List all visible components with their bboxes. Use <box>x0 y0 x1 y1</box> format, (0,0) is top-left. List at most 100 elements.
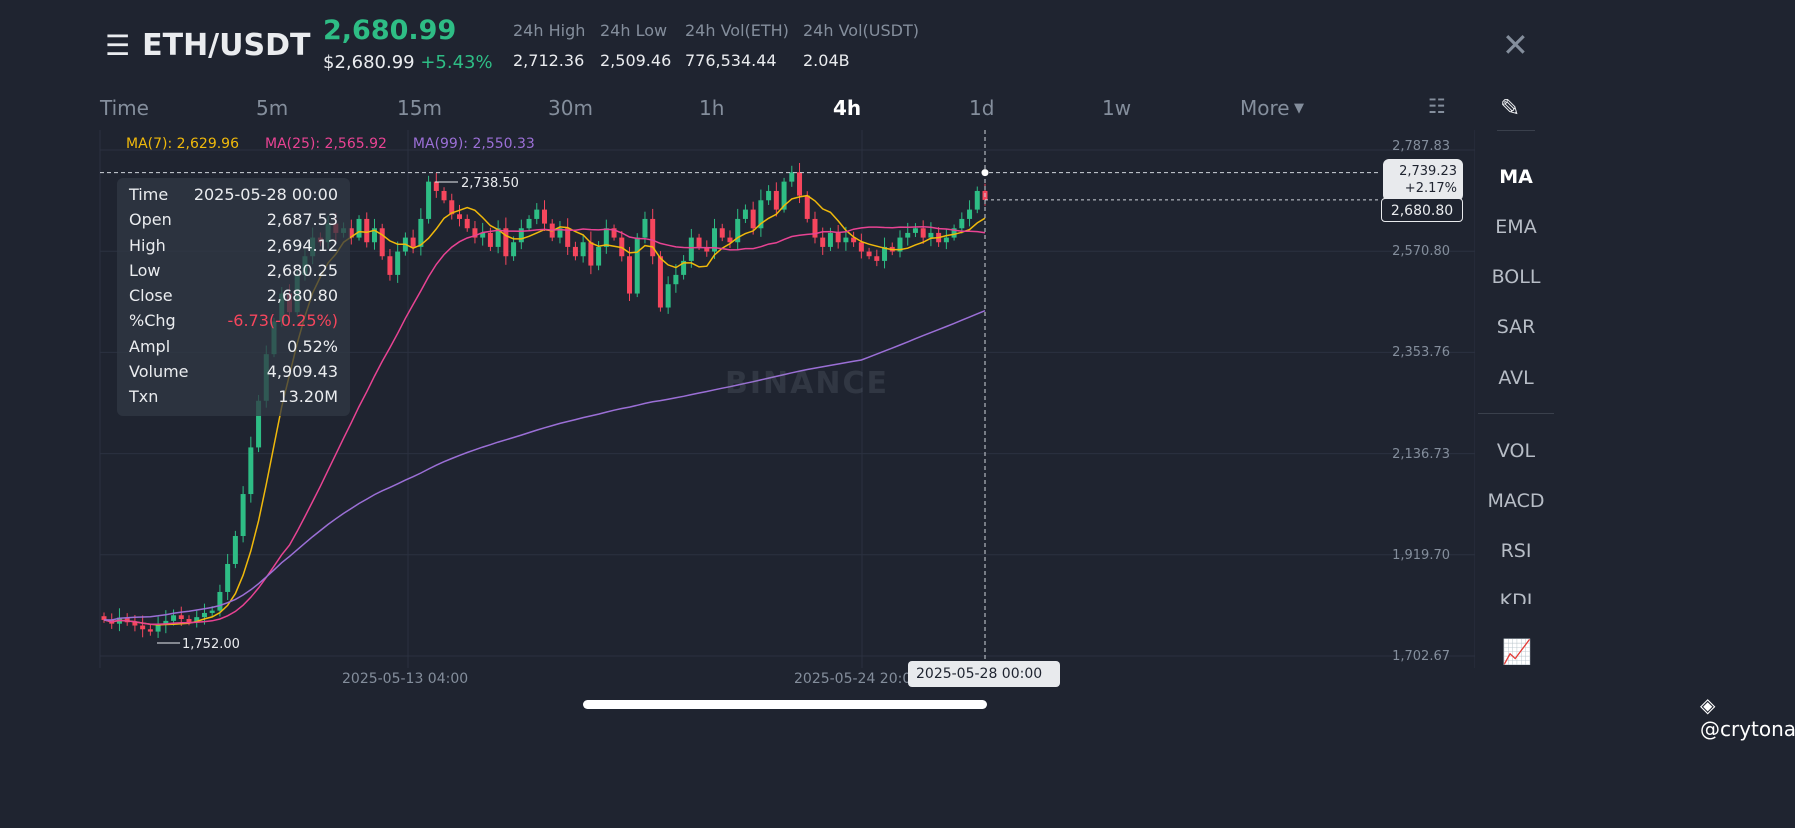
candle <box>248 447 254 495</box>
candle <box>974 190 980 210</box>
candle <box>387 256 393 275</box>
candle <box>572 246 578 257</box>
ohlc-tooltip: Time 2025-05-28 00:00 Open 2,687.53 High 2,69… <box>117 178 350 416</box>
indicator-vol[interactable]: VOL <box>1485 440 1547 462</box>
candle <box>920 228 926 238</box>
tooltip-label: Ampl <box>129 336 171 356</box>
tooltip-label: Txn <box>129 387 159 407</box>
candle <box>627 256 633 294</box>
crosshair-price: 2,739.23 <box>1399 164 1457 179</box>
indicator-avl[interactable]: AVL <box>1485 367 1547 389</box>
indicator-boll[interactable]: BOLL <box>1485 266 1547 288</box>
tooltip-row: Volume 4,909.43 <box>117 359 350 384</box>
tooltip-label: High <box>129 235 166 255</box>
tooltip-value: 2,680.25 <box>266 260 338 280</box>
candle <box>866 251 872 257</box>
candle <box>542 209 547 224</box>
candle <box>356 218 362 238</box>
binance-logo-icon: ◈ <box>1700 693 1716 717</box>
candle <box>696 237 702 247</box>
y-tick: 2,136.73 <box>1392 446 1450 462</box>
candle <box>843 237 849 243</box>
candle <box>580 242 586 257</box>
crosshair-date-label: 2025-05-28 00:00 <box>908 661 1060 687</box>
candle <box>634 237 640 294</box>
candle <box>225 563 231 592</box>
candle <box>804 195 810 219</box>
tooltip-row: Close 2,680.80 <box>117 283 350 308</box>
x-tick: 2025-05-24 20:00 <box>794 671 921 687</box>
candle <box>766 190 772 201</box>
candle <box>688 237 694 261</box>
tooltip-value: 0.52% <box>287 336 338 356</box>
indicator-ema[interactable]: EMA <box>1485 216 1547 238</box>
y-tick: 2,353.76 <box>1392 345 1450 361</box>
tooltip-row: Open 2,687.53 <box>117 207 350 232</box>
candle <box>534 209 540 219</box>
tooltip-row: Ampl 0.52% <box>117 334 350 359</box>
candle <box>441 190 447 201</box>
candle <box>588 242 594 266</box>
candle <box>797 172 803 196</box>
candle <box>178 615 184 620</box>
low-annotation: 1,752.00 <box>182 637 240 652</box>
divider <box>1497 130 1535 131</box>
tooltip-row: Time 2025-05-28 00:00 <box>117 182 350 207</box>
candle <box>673 274 679 285</box>
y-tick: 1,702.67 <box>1392 649 1450 664</box>
chart-type-icon[interactable]: 📈 <box>1502 638 1532 666</box>
candle <box>395 251 401 275</box>
tooltip-label: Close <box>129 286 173 306</box>
candle <box>364 218 370 243</box>
candle <box>603 228 609 247</box>
draw-tool-icon[interactable]: ✎ <box>1500 94 1520 122</box>
tooltip-value: -6.73(-0.25%) <box>227 311 338 331</box>
indicator-macd[interactable]: MACD <box>1485 490 1547 512</box>
candle <box>874 256 880 261</box>
candle <box>511 242 517 257</box>
candle <box>665 284 671 308</box>
y-tick: 1,919.70 <box>1392 547 1450 563</box>
candle <box>912 228 918 233</box>
tooltip-value: 2,687.53 <box>266 210 338 230</box>
candle <box>742 209 748 219</box>
credit-text: @crytonaiz <box>1700 717 1795 741</box>
candle <box>186 619 192 623</box>
divider <box>1478 413 1554 414</box>
candle <box>171 615 177 621</box>
candle <box>750 209 756 229</box>
y-tick: 2,570.80 <box>1392 244 1450 260</box>
x-tick: 2025-05-13 04:00 <box>342 671 469 687</box>
tooltip-label: Volume <box>129 362 189 382</box>
candle <box>232 536 238 564</box>
tooltip-label: Time <box>129 185 169 204</box>
candle <box>201 612 207 618</box>
candle <box>827 232 833 247</box>
candle <box>526 218 532 229</box>
indicator-ma[interactable]: MA <box>1485 166 1547 188</box>
candle <box>967 209 973 219</box>
indicator-kdj[interactable]: KDJ <box>1485 590 1547 604</box>
tooltip-value: 2,694.12 <box>266 235 338 255</box>
candle <box>464 218 470 229</box>
candle <box>657 256 663 308</box>
candle <box>928 232 934 238</box>
candle <box>719 228 725 238</box>
candle <box>379 228 385 257</box>
indicator-rsi[interactable]: RSI <box>1485 540 1547 562</box>
indicator-sar[interactable]: SAR <box>1485 316 1547 338</box>
tooltip-label: %Chg <box>129 311 176 331</box>
tooltip-row: Txn 13.20M <box>117 384 350 409</box>
crosshair-percent: +2.17% <box>1404 181 1457 196</box>
close-icon[interactable]: ✕ <box>1502 26 1529 64</box>
candle <box>565 228 571 247</box>
tooltip-value: 2,680.80 <box>266 286 338 306</box>
candle <box>959 218 965 229</box>
candle <box>835 232 841 243</box>
watermark: BINANCE <box>725 366 889 401</box>
candle <box>155 624 161 632</box>
candle <box>217 591 223 611</box>
credit-watermark: ◈ @crytonaiz <box>1700 693 1795 741</box>
candle <box>943 237 949 243</box>
candle <box>147 629 153 632</box>
